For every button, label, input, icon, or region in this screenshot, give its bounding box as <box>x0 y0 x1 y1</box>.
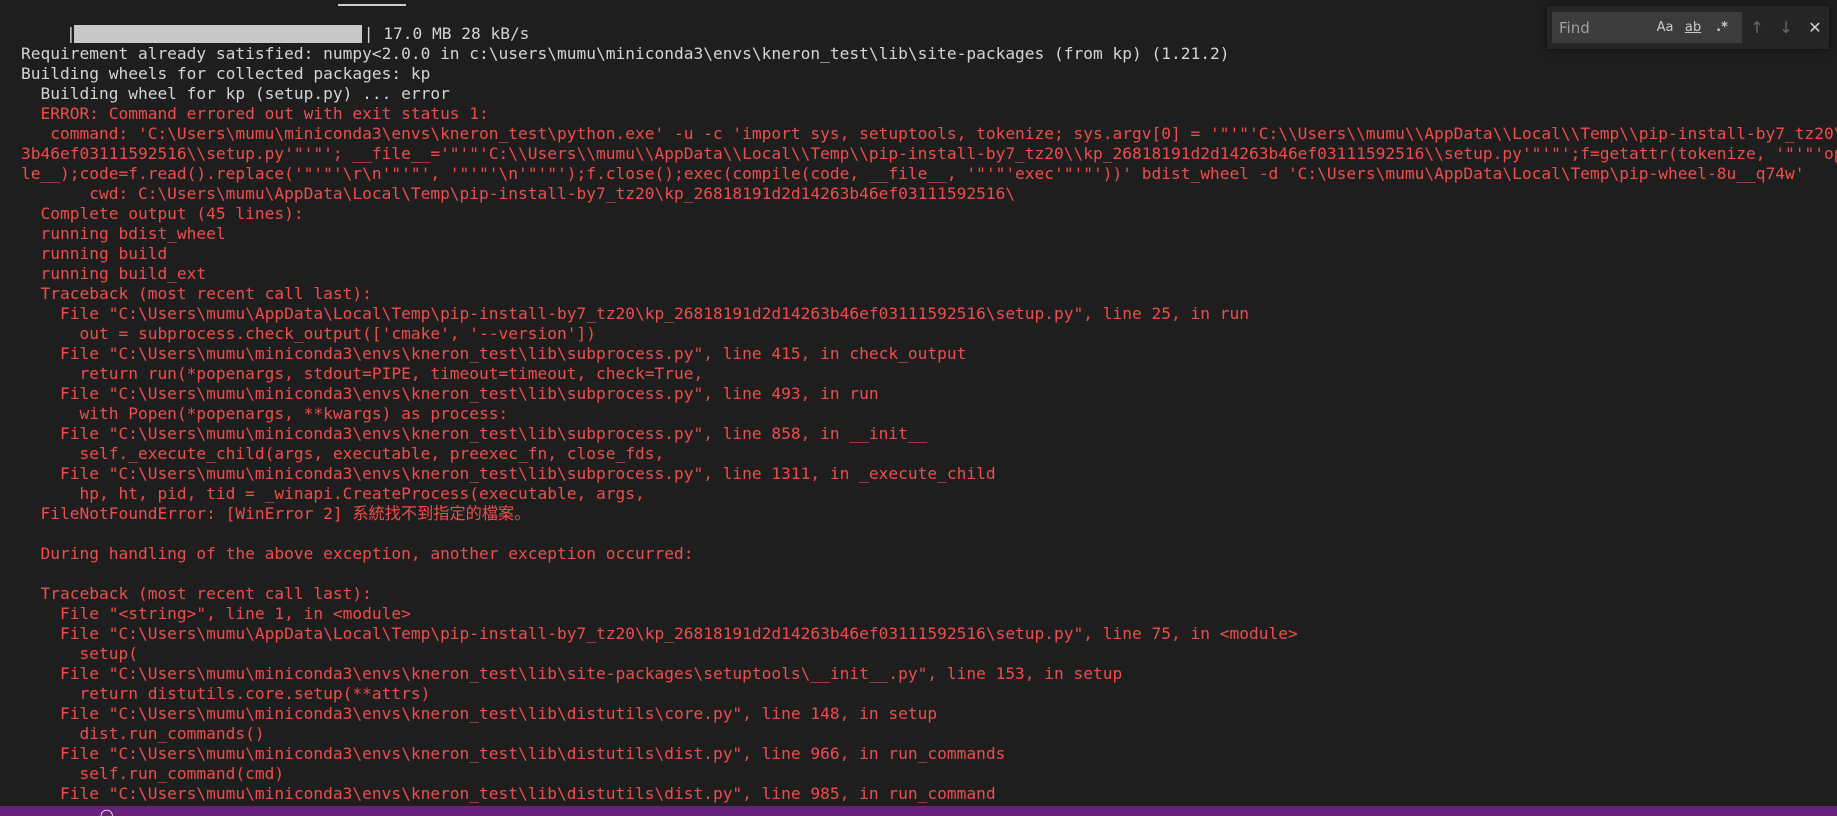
find-widget: Aa ab .* ↑ ↓ ✕ <box>1547 6 1829 49</box>
terminal-line: File "C:\Users\mumu\AppData\Local\Temp\p… <box>21 624 1298 643</box>
terminal-line: Building wheel for kp (setup.py) ... err… <box>21 84 450 103</box>
previous-output-fragment <box>338 4 406 6</box>
terminal-line: File "<string>", line 1, in <module> <box>21 604 411 623</box>
terminal-line: Requirement already satisfied: numpy<2.0… <box>21 44 1230 63</box>
terminal-line: Traceback (most recent call last): <box>21 284 372 303</box>
terminal-line: File "C:\Users\mumu\miniconda3\envs\kner… <box>21 464 996 483</box>
terminal-line: File "C:\Users\mumu\miniconda3\envs\kner… <box>21 344 967 363</box>
terminal-line: File "C:\Users\mumu\miniconda3\envs\kner… <box>21 424 928 443</box>
terminal-line: running build <box>21 244 168 263</box>
problems-icon[interactable]: ◯ <box>100 806 113 816</box>
arrow-down-icon[interactable]: ↓ <box>1774 16 1798 40</box>
terminal-line: running build_ext <box>21 264 207 283</box>
regex-toggle[interactable]: .* <box>1710 16 1734 39</box>
status-bar: ◯ <box>0 806 1837 816</box>
terminal-line: with Popen(*popenargs, **kwargs) as proc… <box>21 404 509 423</box>
terminal-line: out = subprocess.check_output(['cmake', … <box>21 324 596 343</box>
match-case-toggle[interactable]: Aa <box>1654 16 1676 39</box>
arrow-up-icon[interactable]: ↑ <box>1745 16 1769 40</box>
terminal-line: 3b46ef03111592516\\setup.py'"'"'; __file… <box>21 144 1837 163</box>
download-progress-bar <box>74 25 362 43</box>
find-input-box: Aa ab .* <box>1552 12 1742 43</box>
terminal-line: return distutils.core.setup(**attrs) <box>21 684 431 703</box>
close-icon[interactable]: ✕ <box>1803 16 1827 40</box>
whole-word-toggle[interactable]: ab <box>1680 16 1706 39</box>
terminal-line: Building wheels for collected packages: … <box>21 64 431 83</box>
terminal-line: File "C:\Users\mumu\miniconda3\envs\kner… <box>21 704 938 723</box>
find-input[interactable] <box>1552 12 1652 43</box>
terminal-line: self._execute_child(args, executable, pr… <box>21 444 665 463</box>
terminal-line: File "C:\Users\mumu\miniconda3\envs\kner… <box>21 384 879 403</box>
terminal-line: File "C:\Users\mumu\miniconda3\envs\kner… <box>21 744 1006 763</box>
terminal-line: return run(*popenargs, stdout=PIPE, time… <box>21 364 704 383</box>
terminal-line: cwd: C:\Users\mumu\AppData\Local\Temp\pi… <box>21 184 1016 203</box>
terminal-line: Complete output (45 lines): <box>21 204 304 223</box>
terminal-line: command: 'C:\Users\mumu\miniconda3\envs\… <box>21 124 1837 143</box>
terminal-line: FileNotFoundError: [WinError 2] 系統找不到指定的… <box>21 504 531 523</box>
terminal-line: dist.run_commands() <box>21 724 265 743</box>
terminal-line: File "C:\Users\mumu\miniconda3\envs\kner… <box>21 784 996 803</box>
download-progress-text: 17.0 MB 28 kB/s <box>373 24 530 43</box>
terminal-line: ERROR: Command errored out with exit sta… <box>21 104 489 123</box>
terminal-line: During handling of the above exception, … <box>21 544 694 563</box>
terminal-line: hp, ht, pid, tid = _winapi.CreateProcess… <box>21 484 645 503</box>
terminal-line: running bdist_wheel <box>21 224 226 243</box>
terminal-line: setup( <box>21 644 138 663</box>
terminal-line: Traceback (most recent call last): <box>21 584 372 603</box>
terminal-line: self.run_command(cmd) <box>21 764 285 783</box>
terminal-line: le__);code=f.read().replace('"'"'\r\n'"'… <box>21 164 1805 183</box>
terminal-panel[interactable]: | | 17.0 MB 28 kB/s Requirement already s… <box>0 0 1837 806</box>
terminal-line: File "C:\Users\mumu\AppData\Local\Temp\p… <box>21 304 1249 323</box>
terminal-line: File "C:\Users\mumu\miniconda3\envs\kner… <box>21 664 1123 683</box>
